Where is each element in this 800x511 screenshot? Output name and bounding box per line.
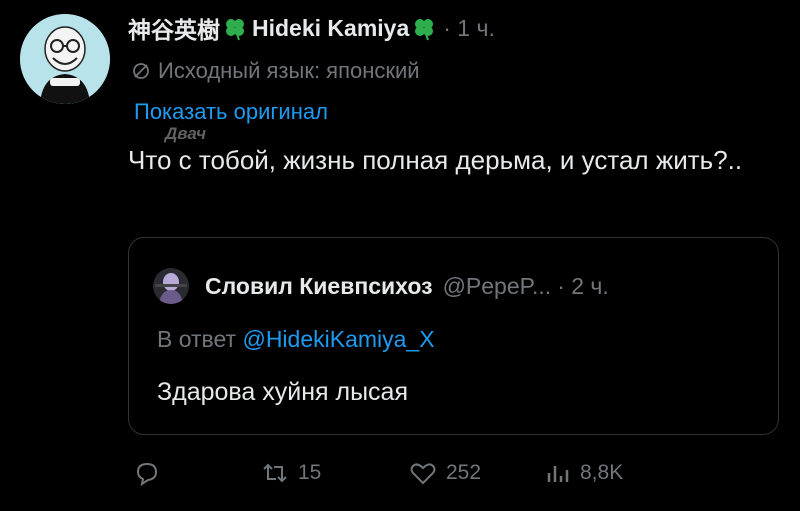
- reply-prefix: В ответ: [157, 326, 237, 352]
- quote-author-name[interactable]: Словил Киевпсихоз: [205, 273, 433, 300]
- tweet-header: 神谷英樹 Hideki Kamiya · 1 ч.: [128, 8, 495, 48]
- clover-icon: [222, 15, 248, 41]
- quote-handle[interactable]: @PepeP...: [443, 273, 552, 300]
- tweet-time[interactable]: · 1 ч.: [443, 15, 495, 42]
- views-button[interactable]: 8,8K: [542, 453, 623, 493]
- reply-icon: [136, 462, 158, 487]
- views-icon: [547, 466, 569, 482]
- quote-reply-to: В ответ @HidekiKamiya_X: [157, 326, 435, 353]
- like-icon: [410, 463, 436, 485]
- quote-text: Здарова хуйня лысая: [157, 378, 409, 406]
- watermark: Двач: [165, 124, 207, 143]
- retweet-icon: [263, 463, 287, 483]
- views-count: 8,8K: [580, 461, 624, 484]
- author-name[interactable]: 神谷英樹: [128, 11, 220, 45]
- source-language: Исходный язык: японский: [132, 58, 420, 84]
- like-button[interactable]: 252: [408, 453, 481, 493]
- quote-avatar[interactable]: [153, 268, 189, 304]
- like-count: 252: [446, 461, 482, 484]
- tweet-actions: 15 252 8,8K: [132, 453, 772, 493]
- translate-icon: [133, 63, 149, 79]
- reply-button[interactable]: [132, 453, 170, 493]
- reply-mention[interactable]: @HidekiKamiya_X: [242, 326, 434, 352]
- tweet-text: Что с тобой, жизнь полная дерьма, и уста…: [128, 145, 743, 175]
- retweet-count: 15: [298, 461, 322, 484]
- source-language-label: Исходный язык: японский: [158, 58, 420, 83]
- show-original-link[interactable]: Показать оригинал: [134, 99, 328, 125]
- clover-icon: [411, 15, 437, 41]
- quote-time[interactable]: · 2 ч.: [557, 273, 609, 300]
- quoted-tweet[interactable]: Словил Киевпсихоз @PepeP... · 2 ч. В отв…: [128, 237, 779, 435]
- quote-header: Словил Киевпсихоз @PepeP... · 2 ч.: [153, 268, 609, 304]
- retweet-button[interactable]: 15: [260, 453, 321, 493]
- author-name-en[interactable]: Hideki Kamiya: [252, 15, 409, 42]
- avatar[interactable]: [20, 14, 110, 104]
